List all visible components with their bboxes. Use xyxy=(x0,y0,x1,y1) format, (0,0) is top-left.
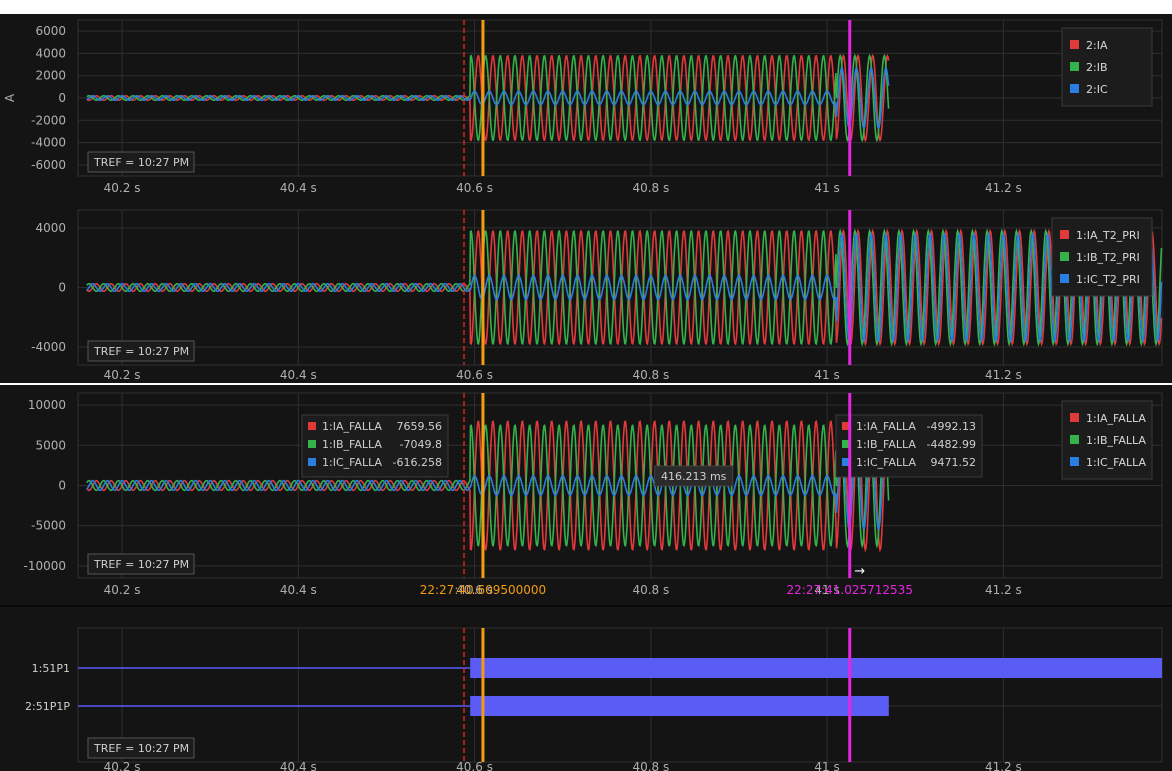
y-tick-label: 10000 xyxy=(28,398,66,412)
digital-asserted-bar xyxy=(470,658,1163,678)
legend-entry: 1:IA_FALLA xyxy=(1086,412,1146,425)
x-tick-label: 40.4 s xyxy=(280,368,317,382)
readout-value: 7659.56 xyxy=(397,420,443,433)
waveform-viewer: 40.2 s 40.4 s 40.6 s 40.8 s 41 s 41.2 s 6000 40… xyxy=(0,0,1172,771)
x-tick-label: 41.2 s xyxy=(985,583,1022,597)
digital-channel-label: 1:51P1 xyxy=(32,662,70,675)
legend-swatch xyxy=(1060,274,1069,283)
legend-swatch xyxy=(1070,84,1079,93)
y-tick-label: -2000 xyxy=(31,113,66,127)
x-tick-label: 40.8 s xyxy=(632,583,669,597)
readout-swatch xyxy=(308,458,316,466)
digital-channel-label: 2:51P1P xyxy=(25,700,70,713)
x-tick-label: 40.2 s xyxy=(104,368,141,382)
legend-swatch xyxy=(1070,413,1079,422)
readout-value: -616.258 xyxy=(393,456,442,469)
x-tick-label: 41.2 s xyxy=(985,368,1022,382)
tref-label: TREF = 10:27 PM xyxy=(93,345,189,358)
readout-value: 9471.52 xyxy=(931,456,977,469)
legend-entry: 2:IB xyxy=(1086,61,1108,74)
readout-value: -4482.99 xyxy=(927,438,976,451)
x-tick-label: 41 s xyxy=(814,760,839,771)
readout-name: 1:IC_FALLA xyxy=(856,456,916,469)
y-tick-label: -4000 xyxy=(31,136,66,150)
x-tick-label: 41.2 s xyxy=(985,181,1022,195)
y-tick-label: -4000 xyxy=(31,340,66,354)
digital-asserted-bar xyxy=(470,696,889,716)
readout-swatch xyxy=(308,422,316,430)
x-tick-label: 40.2 s xyxy=(104,760,141,771)
readout-name: 1:IB_FALLA xyxy=(322,438,382,451)
legend-swatch xyxy=(1070,457,1079,466)
legend-swatch xyxy=(1060,230,1069,239)
readout-swatch xyxy=(308,440,316,448)
y-tick-label: -5000 xyxy=(31,519,66,533)
x-tick-label: 41 s xyxy=(814,181,839,195)
y-tick-label: 2000 xyxy=(35,69,66,83)
y-tick-label: 5000 xyxy=(35,438,66,452)
readout-name: 1:IA_FALLA xyxy=(856,420,916,433)
legend-swatch xyxy=(1070,40,1079,49)
x-tick-label: 40.8 s xyxy=(632,760,669,771)
y-tick-label: 6000 xyxy=(35,24,66,38)
readout-value: -4992.13 xyxy=(927,420,976,433)
readout-value: -7049.8 xyxy=(400,438,442,451)
legend-swatch xyxy=(1060,252,1069,261)
tref-label: TREF = 10:27 PM xyxy=(93,742,189,755)
legend-swatch xyxy=(1070,435,1079,444)
x-tick-label: 41.2 s xyxy=(985,760,1022,771)
cursor-drag-handle-icon: → xyxy=(854,564,865,579)
x-tick-label: 40.2 s xyxy=(104,583,141,597)
tref-label: TREF = 10:27 PM xyxy=(93,156,189,169)
x-tick-label: 40.6 s xyxy=(456,760,493,771)
y-tick-label: -6000 xyxy=(31,158,66,172)
legend-swatch xyxy=(1070,62,1079,71)
tref-label: TREF = 10:27 PM xyxy=(93,558,189,571)
legend-entry: 1:IA_T2_PRI xyxy=(1076,229,1140,242)
legend-entry: 1:IB_T2_PRI xyxy=(1076,251,1140,264)
y-tick-label: 4000 xyxy=(35,46,66,60)
y-axis-label: A xyxy=(3,93,17,102)
legend-entry: 1:IB_FALLA xyxy=(1086,434,1146,447)
delta-time-label: 416.213 ms xyxy=(661,470,727,483)
x-tick-label: 40.6 s xyxy=(456,181,493,195)
orange-cursor-time: 22:27:40.609500000 xyxy=(420,583,546,597)
top-margin xyxy=(0,0,1172,14)
legend-entry: 1:IC_T2_PRI xyxy=(1076,273,1140,286)
x-tick-label: 40.6 s xyxy=(456,368,493,382)
x-tick-label: 41 s xyxy=(814,368,839,382)
x-tick-label: 40.4 s xyxy=(280,181,317,195)
legend-entry: 1:IC_FALLA xyxy=(1086,456,1146,469)
legend-entry: 2:IC xyxy=(1086,83,1108,96)
readout-name: 1:IB_FALLA xyxy=(856,438,916,451)
x-tick-label: 40.2 s xyxy=(104,181,141,195)
magenta-cursor-time: 22:27:41.025712535 xyxy=(787,583,913,597)
legend-entry: 2:IA xyxy=(1086,39,1108,52)
x-tick-label: 40.4 s xyxy=(280,583,317,597)
readout-name: 1:IC_FALLA xyxy=(322,456,382,469)
y-tick-label: 0 xyxy=(58,91,66,105)
x-tick-label: 40.4 s xyxy=(280,760,317,771)
x-tick-label: 40.8 s xyxy=(632,181,669,195)
waveform-canvas[interactable]: 40.2 s 40.4 s 40.6 s 40.8 s 41 s 41.2 s 6000 40… xyxy=(0,0,1172,771)
y-tick-label: 4000 xyxy=(35,221,66,235)
y-tick-label: 0 xyxy=(58,479,66,493)
x-tick-label: 40.8 s xyxy=(632,368,669,382)
y-tick-label: -10000 xyxy=(23,559,66,573)
y-tick-label: 0 xyxy=(58,281,66,295)
readout-name: 1:IA_FALLA xyxy=(322,420,382,433)
